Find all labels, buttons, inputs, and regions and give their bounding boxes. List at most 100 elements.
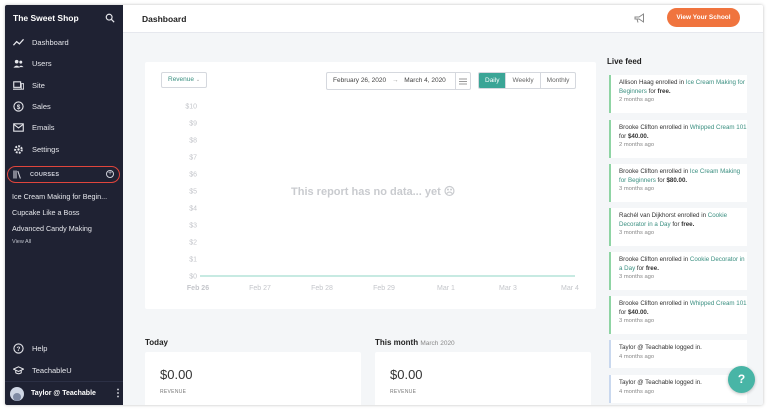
feed-item: Brooke Clifton enrolled in Ice Cream Mak… [609, 164, 747, 202]
y-tick-label: $3 [189, 223, 197, 230]
sidebar-item-site[interactable]: Site [5, 75, 123, 96]
feed-user: Rachél van Dijkhorst [619, 212, 676, 219]
feed-price-prefix: for [670, 220, 682, 228]
y-tick-label: $9 [189, 121, 197, 128]
x-tick-label: Feb 27 [249, 285, 271, 292]
feed-action: enrolled in [657, 168, 690, 175]
chart-line-icon [12, 37, 24, 49]
sidebar-nav: Dashboard Users Site $ Sales Emails Sett… [5, 32, 123, 160]
y-tick-label: $6 [189, 172, 197, 179]
courses-section-header[interactable]: COURSES + [7, 166, 120, 183]
more-vertical-icon[interactable]: ⋮ [113, 388, 123, 399]
feed-course-link[interactable]: Whipped Cream 101 [690, 124, 747, 131]
feed-action: enrolled in [657, 124, 690, 131]
courses-label: COURSES [30, 171, 60, 178]
y-tick-label: $0 [189, 274, 197, 281]
today-label: Today [145, 338, 168, 347]
sidebar-footer: ? Help TeachableU Taylor @ Teachable ⋮ [5, 337, 123, 405]
svg-text:?: ? [16, 345, 20, 352]
mail-icon [12, 122, 24, 134]
feed-timestamp: 2 months ago [619, 142, 655, 149]
feed-item: Taylor @ Teachable logged in. 4 months ag… [609, 375, 747, 403]
sidebar-item-label: TeachableU [32, 365, 72, 375]
app-window: The Sweet Shop Dashboard Users Site $ Sa… [5, 5, 763, 405]
sidebar-item-sales[interactable]: $ Sales [5, 96, 123, 117]
search-icon[interactable] [105, 13, 115, 23]
dollar-icon: $ [12, 101, 24, 113]
sidebar-item-settings[interactable]: Settings [5, 138, 123, 159]
feed-item: Brooke Clifton enrolled in Whipped Cream… [609, 296, 747, 334]
feed-timestamp: 4 months ago [619, 388, 655, 395]
feed-price-prefix: for [646, 87, 658, 95]
view-school-button[interactable]: View Your School [667, 8, 740, 27]
sidebar-item-label: Dashboard [32, 38, 69, 48]
feed-item-text: Rachél van Dijkhorst enrolled in Cookie … [619, 212, 747, 229]
feed-item-text: Brooke Clifton enrolled in Whipped Cream… [619, 124, 747, 141]
feed-timestamp: 3 months ago [619, 274, 655, 281]
sidebar-item-help[interactable]: ? Help [5, 337, 123, 359]
sidebar-course-item[interactable]: Ice Cream Making for Begin... [12, 189, 120, 205]
avatar [10, 386, 24, 401]
sidebar: The Sweet Shop Dashboard Users Site $ Sa… [5, 5, 123, 405]
feed-price: free. [681, 220, 695, 228]
feed-price-prefix: for [635, 264, 646, 272]
sidebar-course-item[interactable]: Cupcake Like a Boss [12, 205, 120, 221]
course-list: Ice Cream Making for Begin... Cupcake Li… [12, 189, 120, 245]
sidebar-item-label: Help [32, 343, 48, 353]
feed-item-text: Brooke Clifton enrolled in Cookie Decora… [619, 256, 747, 273]
y-tick-label: $2 [189, 240, 197, 247]
feed-user: Taylor @ Teachable [619, 379, 674, 386]
feed-timestamp: 4 months ago [619, 353, 655, 360]
x-tick-label: Feb 26 [187, 285, 209, 292]
feed-price-prefix: for [619, 132, 628, 140]
user-name: Taylor @ Teachable [31, 390, 96, 397]
x-tick-label: Mar 4 [561, 285, 579, 292]
y-tick-label: $1 [189, 257, 197, 264]
feed-timestamp: 3 months ago [619, 318, 655, 325]
gear-icon [12, 143, 24, 155]
feed-item-text: Brooke Clifton enrolled in Whipped Cream… [619, 300, 747, 317]
feed-item: Taylor @ Teachable logged in. 4 months ag… [609, 340, 747, 368]
month-revenue-value: $0.00 [390, 367, 423, 382]
add-course-icon[interactable]: + [106, 170, 114, 178]
feed-item-text: Brooke Clifton enrolled in Ice Cream Mak… [619, 168, 747, 185]
y-tick-label: $10 [185, 104, 197, 111]
feed-timestamp: 2 months ago [619, 97, 655, 104]
view-all-courses-link[interactable]: View All [12, 239, 120, 245]
live-feed-title: Live feed [607, 57, 642, 66]
sidebar-item-label: Sales [32, 102, 51, 112]
help-button[interactable]: ? [728, 366, 755, 393]
sidebar-item-dashboard[interactable]: Dashboard [5, 32, 123, 53]
user-menu[interactable]: Taylor @ Teachable ⋮ [5, 381, 123, 405]
feed-course-link[interactable]: Whipped Cream 101 [690, 300, 747, 307]
x-tick-label: Feb 28 [311, 285, 333, 292]
page-title: Dashboard [142, 14, 187, 24]
feed-action: logged in. [673, 344, 702, 351]
today-revenue-value: $0.00 [160, 367, 193, 382]
top-header: Dashboard View Your School [123, 5, 763, 33]
feed-action: enrolled in [657, 300, 690, 307]
feed-item: Brooke Clifton enrolled in Cookie Decora… [609, 252, 747, 290]
megaphone-icon[interactable] [634, 13, 646, 24]
feed-action: enrolled in [675, 212, 708, 219]
site-icon [12, 79, 24, 91]
feed-user: Allison Haag [619, 79, 654, 86]
x-tick-label: Feb 29 [373, 285, 395, 292]
feed-price: free. [657, 87, 671, 95]
sidebar-item-teachableu[interactable]: TeachableU [5, 359, 123, 381]
question-circle-icon: ? [12, 342, 24, 354]
feed-user: Brooke Clifton [619, 256, 658, 263]
month-heading: This month March 2020 [375, 338, 455, 347]
sidebar-item-users[interactable]: Users [5, 53, 123, 74]
feed-timestamp: 3 months ago [619, 230, 655, 237]
sidebar-item-emails[interactable]: Emails [5, 117, 123, 138]
x-tick-label: Mar 3 [499, 285, 517, 292]
feed-action: logged in. [673, 379, 702, 386]
feed-price: $40.00. [627, 132, 649, 140]
feed-item: Brooke Clifton enrolled in Whipped Cream… [609, 120, 747, 158]
y-tick-label: $7 [189, 155, 197, 162]
sidebar-course-item[interactable]: Advanced Candy Making [12, 221, 120, 237]
feed-price: $80.00. [666, 176, 688, 184]
users-icon [12, 58, 24, 70]
feed-user: Brooke Clifton [619, 124, 658, 131]
